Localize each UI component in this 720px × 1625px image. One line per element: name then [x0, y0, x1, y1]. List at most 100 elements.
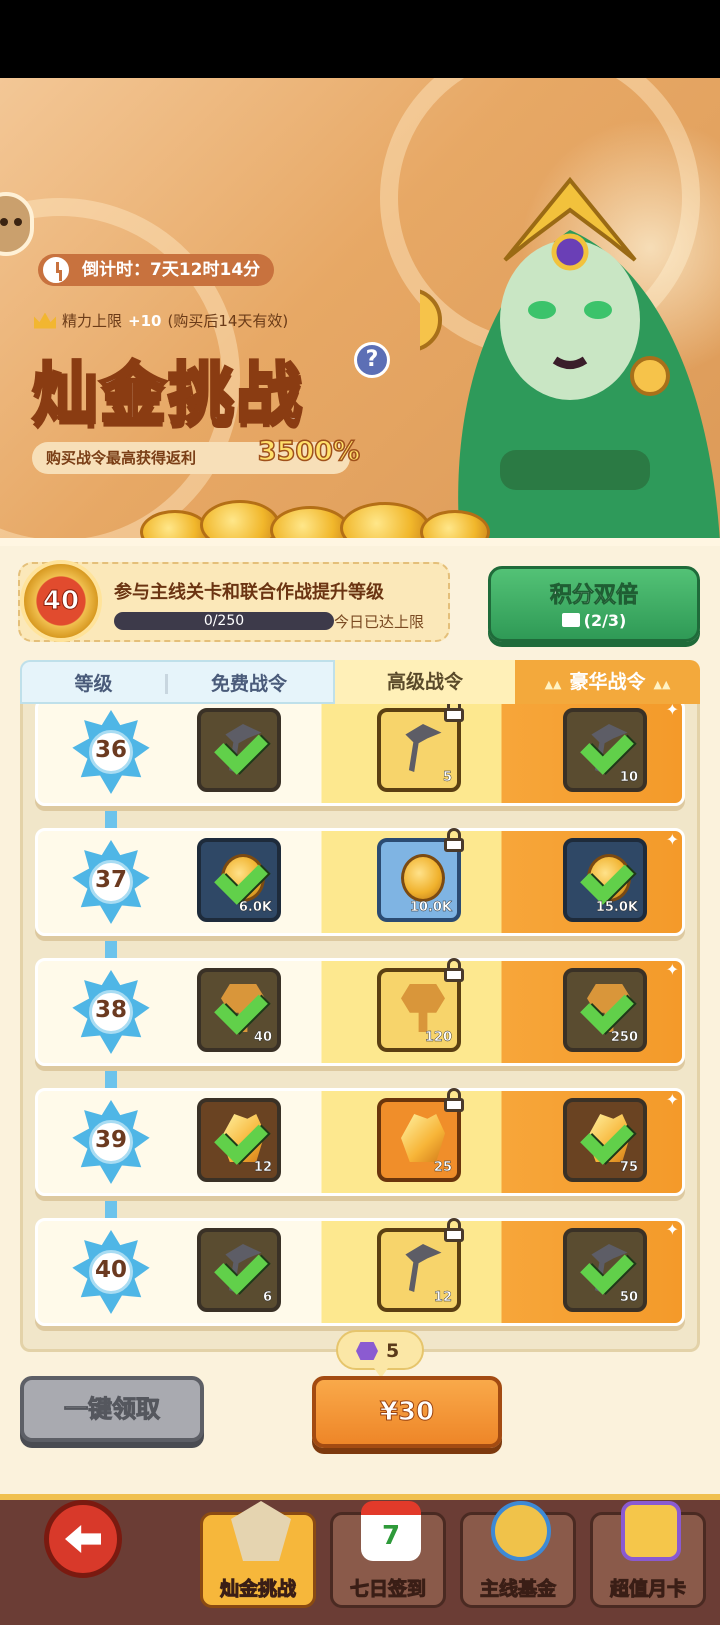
tab-level: 等级 [20, 660, 165, 704]
sparkle-icon: ✦ [665, 704, 679, 719]
adv-reward-slot[interactable]: 10.0K [377, 828, 464, 922]
double-points-count-wrap: (2/3) [491, 611, 697, 630]
triangle-icon: ▲▲ [653, 678, 671, 691]
event-title: 灿金挑战 [31, 354, 304, 434]
hero-eye [528, 301, 556, 319]
sparkle-icon: ✦ [665, 960, 679, 979]
price-label: ¥30 [379, 1397, 435, 1428]
reward-row: 38 40 120 250 ✦ [35, 958, 685, 1074]
check-icon [214, 721, 268, 775]
floating-coin-icon [630, 356, 670, 396]
clock-icon [40, 254, 72, 286]
lock-icon [443, 958, 465, 982]
nav-label: 灿金挑战 [219, 1578, 296, 1601]
free-reward-slot[interactable]: 6.0K [197, 838, 281, 922]
countdown-timer: 倒计时：7天12时14分 [38, 254, 275, 286]
crown-gem [551, 233, 589, 271]
stamina-bonus: 精力上限 +10 (购买后14天有效) [34, 310, 288, 331]
lux-reward-slot[interactable]: 15.0K [563, 838, 647, 922]
free-reward-slot[interactable] [197, 708, 281, 792]
tab-luxury-label: 豪华战令 [569, 671, 646, 693]
lux-reward-slot[interactable]: 250 [563, 968, 647, 1052]
reward-quantity: 6.0K [238, 900, 273, 915]
tab-luxury-pass[interactable]: ▲▲ 豪华战令 ▲▲ [515, 660, 700, 704]
nav-seven-day-signin[interactable]: 7 七日签到 [330, 1501, 446, 1608]
level-star-badge: 38 [69, 970, 153, 1054]
check-icon [214, 1111, 268, 1165]
reward-row: 37 6.0K 10.0K 15.0K ✦ [35, 828, 685, 944]
triangle-icon: ▲▲ [544, 678, 562, 691]
hero-top [500, 450, 650, 490]
sparkle-icon: ✦ [665, 1220, 679, 1239]
rebate-text: 购买战令最高获得返利 [46, 449, 197, 467]
back-arrow-icon [65, 1525, 101, 1553]
level-star-badge: 37 [69, 840, 153, 924]
back-button[interactable] [44, 1500, 122, 1578]
stamina-plus: +10 [128, 311, 162, 330]
row-level: 37 [94, 867, 127, 893]
nav-main-fund[interactable]: 主线基金 [460, 1501, 576, 1608]
adv-reward-slot[interactable]: 5 [377, 704, 464, 792]
tab-free-pass: 免费战令 [165, 660, 335, 704]
reward-quantity: 10 [619, 770, 638, 785]
key-icon [401, 984, 445, 1032]
reward-quantity: 15.0K [595, 900, 639, 915]
lock-icon [443, 1088, 465, 1112]
lux-reward-slot[interactable]: 75 [563, 1098, 647, 1182]
check-icon [214, 1241, 268, 1295]
reward-quantity: 40 [253, 1030, 272, 1045]
crown-icon [34, 312, 56, 329]
free-reward-slot[interactable]: 6 [197, 1228, 281, 1312]
reward-row: 40 6 12 50 ✦ [35, 1218, 685, 1334]
calendar-day: 7 [381, 1521, 401, 1551]
claim-all-button[interactable]: 一键领取 [20, 1376, 204, 1442]
free-reward-slot[interactable]: 40 [197, 968, 281, 1052]
lux-reward-slot[interactable]: 50 [563, 1228, 647, 1312]
double-points-count: (2/3) [583, 611, 627, 630]
monthly-card-icon [621, 1501, 681, 1561]
calendar-icon: 7 [361, 1501, 421, 1561]
row-level: 38 [94, 997, 127, 1023]
check-icon [580, 981, 634, 1035]
nav-golden-challenge[interactable]: 灿金挑战 [200, 1501, 316, 1608]
adv-reward-slot[interactable]: 25 [377, 1088, 464, 1182]
progress-text: 0/250 [203, 613, 245, 629]
double-points-label: 积分双倍 [549, 583, 639, 609]
treasure-crown-icon [491, 1501, 551, 1561]
row-level: 39 [94, 1127, 127, 1153]
pickaxe-icon [405, 724, 442, 772]
purchase-button[interactable]: ¥30 [312, 1376, 502, 1448]
lux-reward-slot[interactable]: 10 [563, 708, 647, 792]
reward-list[interactable]: 36 5 10 ✦ 37 6.0K 10.0K 15.0K ✦ 38 40 120 250 ✦ 39 12 25… [20, 704, 700, 1352]
adv-reward-slot[interactable]: 12 [377, 1218, 464, 1312]
reward-quantity: 250 [610, 1030, 639, 1045]
reward-quantity: 6 [262, 1290, 272, 1305]
free-reward-slot[interactable]: 12 [197, 1098, 281, 1182]
hero-character-illustration [420, 176, 720, 542]
daily-cap-text: 今日已达上限 [334, 613, 425, 631]
check-icon [580, 851, 634, 905]
reward-quantity: 50 [619, 1290, 638, 1305]
adv-reward-slot[interactable]: 120 [377, 958, 464, 1052]
reward-quantity: 10.0K [409, 900, 453, 915]
lock-icon [443, 1218, 465, 1242]
pickaxe-icon [405, 1244, 442, 1292]
reward-quantity: 25 [433, 1160, 452, 1175]
check-icon [214, 851, 268, 905]
lock-icon [443, 828, 465, 852]
countdown-text: 倒计时：7天12时14分 [82, 260, 261, 280]
double-points-button[interactable]: 积分双倍 (2/3) [488, 566, 700, 642]
tab-advanced-pass[interactable]: 高级战令 [335, 660, 515, 704]
reward-row: 36 5 10 ✦ [35, 704, 685, 814]
level-medal-icon: 40 [20, 560, 102, 642]
avatar-eye [0, 218, 8, 226]
gem-count: 5 [386, 1340, 400, 1362]
level-description: 参与主线关卡和联合作战提升等级 [114, 582, 384, 603]
tier-header: 等级 免费战令 高级战令 ▲▲ 豪华战令 ▲▲ [20, 660, 700, 704]
help-button[interactable]: ? [354, 342, 390, 378]
hero-eye [584, 301, 612, 319]
nav-monthly-card[interactable]: 超值月卡 [590, 1501, 706, 1608]
held-coin-icon [420, 289, 442, 351]
crystal-icon [401, 1114, 445, 1162]
reward-quantity: 5 [442, 770, 452, 785]
